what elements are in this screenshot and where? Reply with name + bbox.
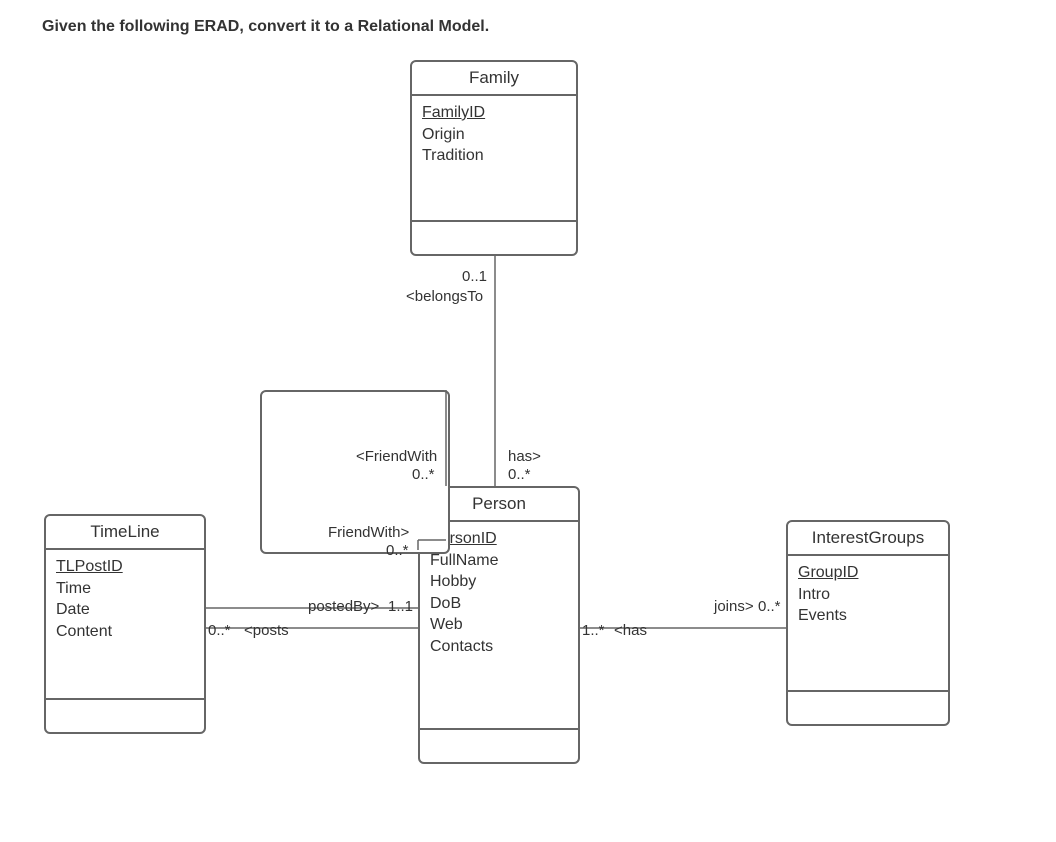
label-postedby-card: 1..1 [388,598,413,615]
label-friendwith-side-name: FriendWith> [328,524,409,541]
entity-interestgroups-attrs: GroupID Intro Events [788,556,948,692]
attr-intro: Intro [798,584,938,606]
entity-interestgroups-ops [788,692,948,724]
entity-family-title: Family [412,62,576,96]
attr-dob: DoB [430,593,568,615]
entity-timeline: TimeLine TLPostID Time Date Content [44,514,206,734]
label-posts-name: <posts [244,622,289,639]
entity-family-ops [412,222,576,254]
label-posts-card: 0..* [208,622,231,639]
entity-interestgroups-title: InterestGroups [788,522,948,556]
label-personhas-name: <has [614,622,647,639]
attr-web: Web [430,614,568,636]
attr-content: Content [56,621,194,643]
label-has-name: has> [508,448,541,465]
entity-timeline-title: TimeLine [46,516,204,550]
attr-contacts: Contacts [430,636,568,658]
attr-fullname: FullName [430,550,568,572]
attr-origin: Origin [422,124,566,146]
label-belongs-card: 0..1 [462,268,487,285]
attr-tradition: Tradition [422,145,566,167]
attr-hobby: Hobby [430,571,568,593]
entity-interestgroups: InterestGroups GroupID Intro Events [786,520,950,726]
entity-timeline-ops [46,700,204,732]
label-joins-name: joins> [714,598,754,615]
label-postedby-name: postedBy> [308,598,379,615]
attr-events: Events [798,605,938,627]
label-friendwith-side-card: 0..* [386,542,409,559]
label-friendwith-top-name: <FriendWith [356,448,437,465]
attr-time: Time [56,578,194,600]
entity-person-ops [420,730,578,762]
question-prompt: Given the following ERAD, convert it to … [42,18,489,36]
entity-family-attrs: FamilyID Origin Tradition [412,96,576,222]
attr-personid: PersonID [430,528,568,550]
attr-tlpostid: TLPostID [56,556,194,578]
label-personhas-card: 1..* [582,622,605,639]
entity-family: Family FamilyID Origin Tradition [410,60,578,256]
label-joins-card: 0..* [758,598,781,615]
entity-timeline-attrs: TLPostID Time Date Content [46,550,204,700]
attr-groupid: GroupID [798,562,938,584]
attr-familyid: FamilyID [422,102,566,124]
attr-date: Date [56,599,194,621]
label-has-card: 0..* [508,466,531,483]
label-belongs-name: <belongsTo [406,288,483,305]
label-friendwith-top-card: 0..* [412,466,435,483]
prompt-text: Given the following ERAD, convert it to … [42,18,489,35]
